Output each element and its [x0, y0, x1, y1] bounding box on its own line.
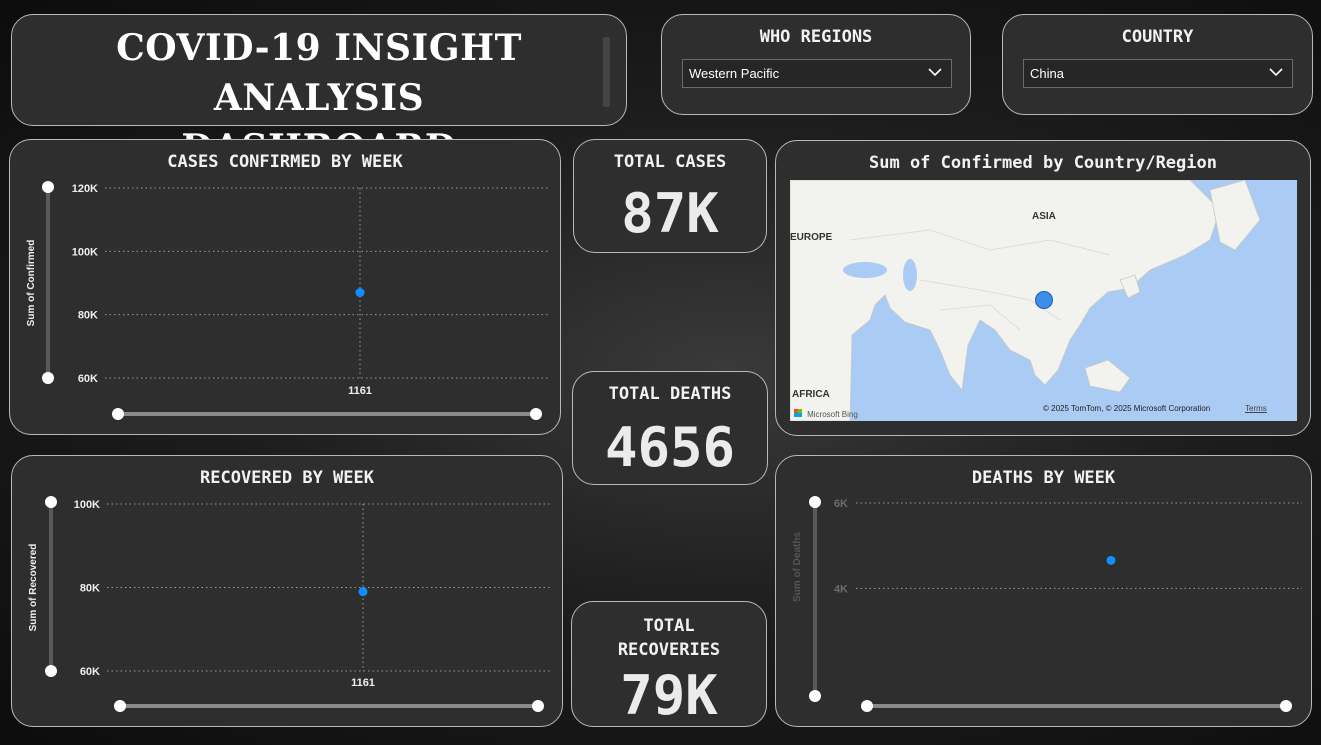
- map-copyright: © 2025 TomTom, © 2025 Microsoft Corporat…: [1043, 404, 1211, 413]
- data-point: [355, 288, 365, 297]
- y-tick-label: 120K: [72, 183, 98, 195]
- who-regions-dropdown[interactable]: Western Pacific: [682, 59, 952, 88]
- country-selected: China: [1030, 66, 1064, 81]
- x-tick-label: 1161: [348, 385, 372, 397]
- total-deaths-card: TOTAL DEATHS 4656: [572, 371, 768, 485]
- recovered-chart-card: RECOVERED BY WEEK 60K 80K 100K Sum of Recov…: [11, 455, 563, 727]
- map-card: Sum of Confirmed by Country/Region ASIA …: [775, 140, 1311, 436]
- map-bubble-china[interactable]: [1035, 291, 1053, 309]
- x-tick-label: 1161: [351, 677, 375, 689]
- y-tick-label: 100K: [72, 246, 98, 258]
- page-title-line1: COVID-19 INSIGHT ANALYSIS: [116, 27, 522, 119]
- data-point: [1106, 555, 1116, 565]
- y-range-slider-handle[interactable]: [45, 496, 57, 508]
- total-recoveries-label-line2: RECOVERIES: [617, 640, 721, 660]
- y-axis-label: Sum of Confirmed: [26, 240, 37, 327]
- chevron-down-icon: [1269, 68, 1283, 77]
- map-title: Sum of Confirmed by Country/Region: [869, 153, 1217, 173]
- total-cases-card: TOTAL CASES 87K: [573, 139, 767, 253]
- x-range-slider-handle[interactable]: [530, 408, 542, 420]
- y-tick-label: 60K: [80, 666, 100, 678]
- confirmed-chart: 60K 80K 100K 120K Sum of Confirmed 1161: [26, 181, 548, 420]
- map-label-europe: EUROPE: [790, 232, 833, 243]
- y-axis-label: Sum of Deaths: [792, 532, 803, 602]
- title-scrollbar[interactable]: [603, 37, 610, 107]
- x-range-slider-handle[interactable]: [532, 700, 544, 712]
- country-slicer: COUNTRY China: [1002, 14, 1313, 115]
- total-cases-label: TOTAL CASES: [613, 152, 727, 172]
- chevron-down-icon: [928, 68, 942, 77]
- title-card: COVID-19 INSIGHT ANALYSIS DASHBOARD: [11, 14, 627, 169]
- y-tick-label: 60K: [78, 373, 98, 385]
- x-range-slider-handle[interactable]: [112, 408, 124, 420]
- country-dropdown[interactable]: China: [1023, 59, 1293, 88]
- map-label-africa: AFRICA: [792, 389, 830, 400]
- y-tick-label: 6K: [834, 498, 848, 510]
- y-tick-label: 80K: [80, 583, 100, 595]
- x-range-slider-handle[interactable]: [861, 700, 873, 712]
- map-view[interactable]: ASIA EUROPE AFRICA Microsoft Bing © 2025…: [790, 180, 1297, 421]
- total-recoveries-label-line1: TOTAL: [643, 616, 695, 636]
- who-regions-label: WHO REGIONS: [759, 27, 873, 47]
- country-label: COUNTRY: [1121, 27, 1194, 47]
- total-recoveries-card: TOTAL RECOVERIES 79K: [571, 601, 767, 727]
- y-range-slider-handle[interactable]: [45, 665, 57, 677]
- microsoft-logo-icon: [794, 408, 802, 417]
- y-axis-label: Sum of Recovered: [28, 544, 39, 632]
- y-tick-label: 4K: [834, 583, 848, 595]
- deaths-chart: 4K 6K Sum of Deaths: [792, 496, 1302, 712]
- who-regions-selected: Western Pacific: [689, 66, 780, 81]
- total-cases-value: 87K: [621, 182, 719, 245]
- y-range-slider-handle[interactable]: [42, 181, 54, 193]
- x-range-slider-handle[interactable]: [114, 700, 126, 712]
- bing-logo: Microsoft Bing: [794, 402, 858, 421]
- y-range-slider-handle[interactable]: [42, 372, 54, 384]
- recovered-chart: 60K 80K 100K Sum of Recovered 1161: [28, 496, 550, 712]
- deaths-chart-card: DEATHS BY WEEK 4K 6K Sum of Deaths: [775, 455, 1312, 727]
- total-deaths-value: 4656: [604, 416, 736, 479]
- y-range-slider-handle[interactable]: [809, 496, 821, 508]
- total-deaths-label: TOTAL DEATHS: [608, 384, 732, 404]
- total-recoveries-label: TOTAL RECOVERIES: [572, 614, 766, 662]
- x-range-slider-handle[interactable]: [1280, 700, 1292, 712]
- total-recoveries-value: 79K: [620, 664, 718, 727]
- y-range-slider-handle[interactable]: [809, 690, 821, 702]
- y-tick-label: 100K: [74, 499, 100, 511]
- map-label-asia: ASIA: [1032, 211, 1056, 222]
- who-regions-slicer: WHO REGIONS Western Pacific: [661, 14, 971, 115]
- map-terms-link[interactable]: Terms: [1245, 404, 1267, 413]
- data-point: [358, 587, 368, 597]
- map-provider: Microsoft Bing: [807, 410, 858, 419]
- y-tick-label: 80K: [78, 310, 98, 322]
- confirmed-chart-card: CASES CONFIRMED BY WEEK 60K 80K 100K 120K Su…: [9, 139, 561, 435]
